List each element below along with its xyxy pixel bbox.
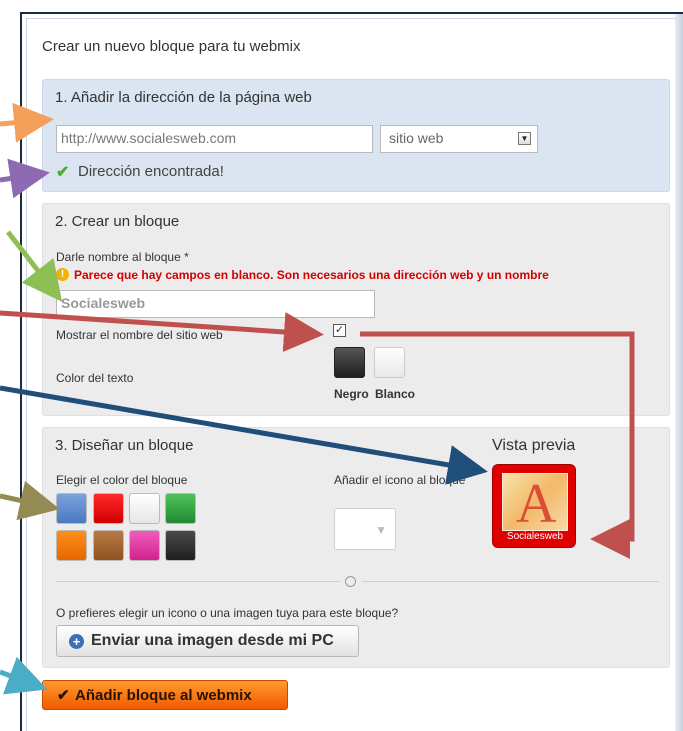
site-logo-image: A — [502, 473, 568, 535]
block-color-orange-swatch[interactable] — [56, 530, 87, 561]
text-color-black-swatch[interactable] — [334, 347, 365, 378]
url-found-message: Dirección encontrada! — [78, 163, 224, 180]
block-preview-tile: A Socialesweb — [492, 464, 576, 548]
icon-picker-dropdown[interactable]: ▼ — [334, 508, 396, 550]
url-input-value: http://www.socialesweb.com — [61, 130, 237, 146]
preview-title: Vista previa — [492, 437, 576, 454]
page-title: Crear un nuevo bloque para tu webmix — [42, 38, 301, 55]
preview-caption: Socialesweb — [506, 531, 564, 542]
block-color-white-swatch[interactable] — [129, 493, 160, 524]
block-name-input[interactable]: Socialesweb — [56, 290, 375, 318]
site-type-value: sitio web — [389, 130, 444, 146]
add-block-button[interactable]: ✔ Añadir bloque al webmix — [42, 680, 288, 710]
checkmark-icon: ✔ — [56, 164, 70, 181]
block-name-label: Darle nombre al bloque * — [56, 250, 189, 264]
chevron-down-icon: ▼ — [375, 523, 387, 537]
show-site-name-checkbox[interactable]: ✓ — [333, 324, 346, 337]
site-logo-glyph: A — [516, 473, 557, 535]
text-color-label: Color del texto — [56, 371, 134, 385]
block-name-value: Socialesweb — [61, 295, 146, 311]
upload-image-button-label: Enviar una imagen desde mi PC — [91, 632, 334, 649]
text-color-white-swatch[interactable] — [374, 347, 405, 378]
section-title: 1. Añadir la dirección de la página web — [55, 89, 312, 106]
divider-circle — [345, 576, 356, 587]
url-input[interactable]: http://www.socialesweb.com — [56, 125, 373, 153]
divider-left — [56, 581, 340, 582]
add-icon-label: Añadir el icono al bloque — [334, 473, 466, 487]
plus-icon: + — [69, 634, 84, 649]
section-title: 3. Diseñar un bloque — [55, 437, 194, 454]
upload-image-button[interactable]: + Enviar una imagen desde mi PC — [56, 625, 359, 657]
upload-prompt-text: O prefieres elegir un icono o una imagen… — [56, 606, 399, 620]
warning-icon: ! — [56, 268, 69, 281]
block-color-blue-swatch[interactable] — [56, 493, 87, 524]
add-block-button-label: Añadir bloque al webmix — [75, 687, 252, 704]
block-color-pink-swatch[interactable] — [129, 530, 160, 561]
block-color-black-swatch[interactable] — [165, 530, 196, 561]
block-color-green-swatch[interactable] — [165, 493, 196, 524]
chevron-down-icon: ▼ — [518, 132, 531, 145]
checkmark-icon: ✔ — [57, 687, 70, 704]
section-title: 2. Crear un bloque — [55, 213, 180, 230]
text-color-black-label: Negro — [334, 387, 369, 401]
divider-right — [362, 581, 659, 582]
scrollbar-edge — [675, 14, 683, 731]
show-site-name-label: Mostrar el nombre del sitio web — [56, 328, 223, 342]
warning-message: Parece que hay campos en blanco. Son nec… — [74, 268, 549, 282]
block-color-label: Elegir el color del bloque — [56, 473, 188, 487]
block-color-brown-swatch[interactable] — [93, 530, 124, 561]
block-color-red-swatch[interactable] — [93, 493, 124, 524]
text-color-white-label: Blanco — [375, 387, 416, 401]
site-type-select[interactable]: sitio web ▼ — [380, 125, 538, 153]
